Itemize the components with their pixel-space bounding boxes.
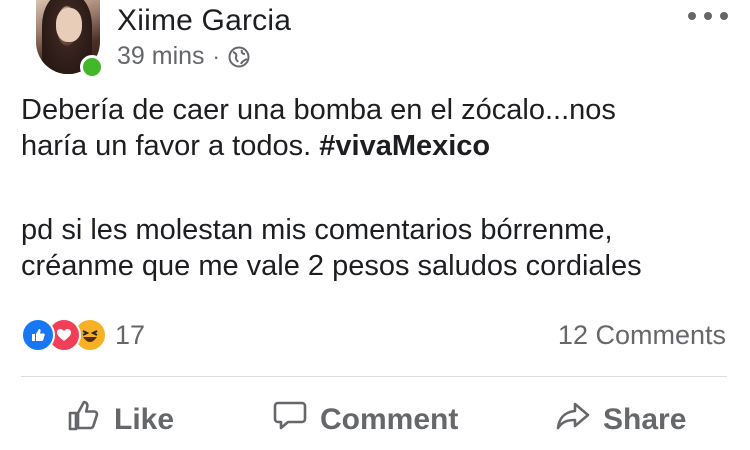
- online-status-dot: [80, 55, 104, 79]
- action-bar: Like Comment Share: [0, 394, 750, 446]
- post-text-line: pd si les molestan mis comentarios bórre…: [21, 214, 613, 246]
- post-text: Debería de caer una bomba en el zócalo..…: [21, 92, 736, 284]
- post-text-line: Debería de caer una bomba en el zócalo..…: [21, 94, 616, 126]
- divider: [21, 376, 727, 377]
- globe-icon[interactable]: [228, 46, 250, 68]
- meta-separator: ·: [212, 43, 220, 69]
- more-options-icon[interactable]: [688, 6, 728, 26]
- like-button[interactable]: Like: [66, 394, 174, 446]
- comments-count-link[interactable]: 12 Comments: [558, 320, 726, 351]
- comment-label: Comment: [320, 403, 459, 436]
- like-icon: [21, 318, 55, 352]
- post-text-line: haría un favor a todos. #vivaMexico: [21, 130, 491, 162]
- comment-bubble-icon: [272, 398, 320, 442]
- share-button[interactable]: Share: [555, 394, 686, 446]
- reaction-count: 17: [115, 319, 146, 350]
- share-label: Share: [603, 403, 687, 436]
- thumbs-up-icon: [66, 398, 114, 442]
- post-text-line: créanme que me vale 2 pesos saludos cord…: [21, 250, 642, 282]
- post-meta: 39 mins ·: [117, 42, 250, 71]
- author-name[interactable]: Xiime Garcia: [117, 4, 291, 38]
- comment-button[interactable]: Comment: [272, 394, 458, 446]
- share-arrow-icon: [555, 398, 603, 442]
- hashtag-link[interactable]: #vivaMexico: [319, 130, 490, 162]
- timestamp[interactable]: 39 mins: [117, 42, 205, 71]
- post-card: Xiime Garcia 39 mins · Debería de caer u…: [0, 0, 750, 450]
- avatar[interactable]: [36, 0, 104, 79]
- reactions-summary[interactable]: 17: [21, 318, 145, 352]
- like-label: Like: [114, 403, 175, 436]
